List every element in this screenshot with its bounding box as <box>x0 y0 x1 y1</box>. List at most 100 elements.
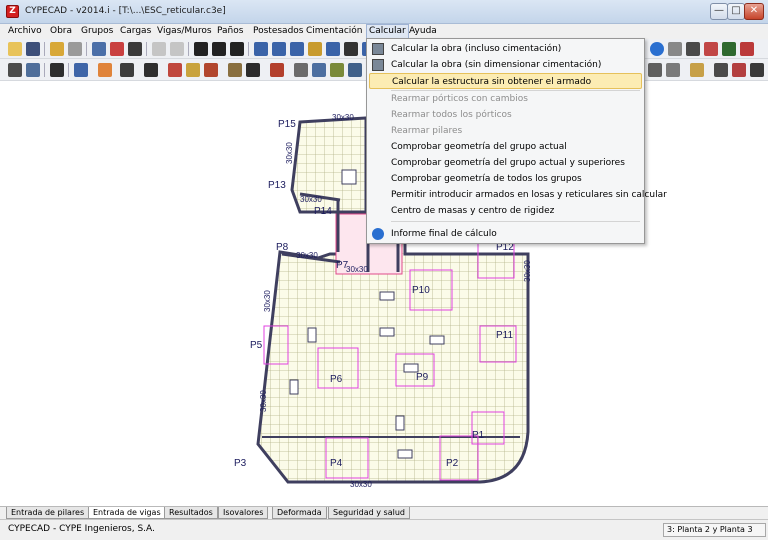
column-label: P4 <box>330 458 343 469</box>
menu-postesados[interactable]: Postesados <box>251 25 305 38</box>
bottom-tab-bar: Entrada de pilares Entrada de vigas Resu… <box>0 506 768 519</box>
menu-item-label: Rearmar pilares <box>391 126 463 136</box>
text-icon[interactable] <box>666 63 680 77</box>
beam-icon[interactable] <box>168 63 182 77</box>
beam-dimension: 30x30 <box>332 113 354 122</box>
pen-icon[interactable] <box>690 63 704 77</box>
beam-dimension: 30x30 <box>259 390 268 412</box>
maximize-button[interactable]: □ <box>727 3 745 20</box>
title-bar: Z CYPECAD - v2014.i - [T:\...\ESC_reticu… <box>0 0 768 24</box>
group-icon[interactable] <box>26 63 40 77</box>
plan-view-icon[interactable] <box>92 42 106 56</box>
tab-seguridad-salud[interactable]: Seguridad y salud <box>328 507 410 519</box>
menu-archivo[interactable]: Archivo <box>6 25 44 38</box>
tab-isovalores[interactable]: Isovalores <box>218 507 269 519</box>
pan-hand-icon[interactable] <box>344 42 358 56</box>
slab-icon[interactable] <box>186 63 200 77</box>
menu-cargas[interactable]: Cargas <box>118 25 153 38</box>
minimize-button[interactable]: — <box>710 3 728 20</box>
redo-icon[interactable] <box>170 42 184 56</box>
tab-entrada-vigas[interactable]: Entrada de vigas <box>88 507 166 519</box>
globe-icon[interactable] <box>650 42 664 56</box>
menu-panos[interactable]: Paños <box>215 25 245 38</box>
level-up-icon[interactable] <box>194 42 208 56</box>
menu-item-rearmar-porticos-cambios[interactable]: Rearmar pórticos con cambios <box>369 91 642 107</box>
menu-calcular[interactable]: Calcular <box>366 24 409 39</box>
building-icon[interactable] <box>722 42 736 56</box>
tools-icon[interactable] <box>68 42 82 56</box>
opening <box>307 327 317 343</box>
menu-item-permitir-armados[interactable]: Permitir introducir armados en losas y r… <box>369 187 667 203</box>
section-icon[interactable] <box>110 42 124 56</box>
settings-icon[interactable] <box>750 63 764 77</box>
menu-ayuda[interactable]: Ayuda <box>407 25 439 38</box>
tab-entrada-pilares[interactable]: Entrada de pilares <box>6 507 90 519</box>
column-label: P8 <box>276 242 289 253</box>
opening <box>289 379 299 395</box>
menu-item-label: Comprobar geometría del grupo actual <box>391 142 567 152</box>
column-icon[interactable] <box>74 63 88 77</box>
load-icon[interactable] <box>228 63 242 77</box>
level-select-icon[interactable] <box>212 42 226 56</box>
list-icon[interactable] <box>714 63 728 77</box>
opening <box>379 291 395 301</box>
menu-obra[interactable]: Obra <box>48 25 74 38</box>
menu-item-rearmar-todos-porticos[interactable]: Rearmar todos los pórticos <box>369 107 642 123</box>
undo-icon[interactable] <box>152 42 166 56</box>
magnet-icon[interactable] <box>128 42 142 56</box>
cube-icon[interactable] <box>668 42 682 56</box>
layer-icon[interactable] <box>294 63 308 77</box>
render-icon[interactable] <box>686 42 700 56</box>
menu-item-comprobar-grupo-superiores[interactable]: Comprobar geometría del grupo actual y s… <box>369 155 642 171</box>
menu-item-rearmar-pilares[interactable]: Rearmar pilares <box>369 123 642 139</box>
menu-grupos[interactable]: Grupos <box>79 25 115 38</box>
tab-resultados[interactable]: Resultados <box>164 507 218 519</box>
pencil-icon[interactable] <box>308 42 322 56</box>
menu-item-comprobar-grupo-actual[interactable]: Comprobar geometría del grupo actual <box>369 139 642 155</box>
report-icon[interactable] <box>740 42 754 56</box>
grid-icon[interactable] <box>8 63 22 77</box>
zoom-in-icon[interactable] <box>272 42 286 56</box>
menu-item-calcular-sin-cimentacion[interactable]: Calcular la obra (sin dimensionar ciment… <box>369 57 642 73</box>
beam-dimension: 30x30 <box>523 260 532 282</box>
axis-icon[interactable] <box>348 63 362 77</box>
menu-item-label: Comprobar geometría del grupo actual y s… <box>391 158 625 168</box>
wizard-icon[interactable] <box>50 42 64 56</box>
stair-icon[interactable] <box>246 63 260 77</box>
frame-icon[interactable] <box>312 63 326 77</box>
waffle-icon[interactable] <box>204 63 218 77</box>
open-folder-icon[interactable] <box>8 42 22 56</box>
menu-item-calcular-sin-armado[interactable]: Calcular la estructura sin obtener el ar… <box>369 73 642 89</box>
close-button[interactable]: ✕ <box>744 3 764 20</box>
zoom-out-icon[interactable] <box>326 42 340 56</box>
menu-cimentacion[interactable]: Cimentación <box>304 25 365 38</box>
column-label: P3 <box>234 458 247 469</box>
zoom-window-icon[interactable] <box>254 42 268 56</box>
fire-icon[interactable] <box>98 63 112 77</box>
tab-deformada[interactable]: Deformada <box>272 507 327 519</box>
calc-icon <box>372 43 384 55</box>
menu-item-calcular-obra[interactable]: Calcular la obra (incluso cimentación) <box>369 41 642 57</box>
menu-item-comprobar-todos-grupos[interactable]: Comprobar geometría de todos los grupos <box>369 171 642 187</box>
box-icon[interactable] <box>144 63 158 77</box>
toolbar-separator <box>146 42 147 56</box>
menu-vigas-muros[interactable]: Vigas/Muros <box>155 25 214 38</box>
pile-icon[interactable] <box>330 63 344 77</box>
wall-icon[interactable] <box>120 63 134 77</box>
column-label: P10 <box>412 285 430 296</box>
column-label: P13 <box>268 180 286 191</box>
zoom-all-icon[interactable] <box>290 42 304 56</box>
menu-item-centro-masas[interactable]: Centro de masas y centro de rigidez <box>369 203 642 219</box>
menu-item-label: Calcular la estructura sin obtener el ar… <box>392 77 592 87</box>
bars-icon[interactable] <box>732 63 746 77</box>
export-icon[interactable] <box>704 42 718 56</box>
toolbar-separator <box>68 63 69 77</box>
foundation-icon[interactable] <box>270 63 284 77</box>
slope-icon[interactable] <box>50 63 64 77</box>
window-title: CYPECAD - v2014.i - [T:\...\ESC_reticula… <box>25 6 226 16</box>
calc-icon <box>372 59 384 71</box>
dimension-icon[interactable] <box>648 63 662 77</box>
level-down-icon[interactable] <box>230 42 244 56</box>
menu-item-informe-final[interactable]: Informe final de cálculo <box>369 226 642 242</box>
save-icon[interactable] <box>26 42 40 56</box>
